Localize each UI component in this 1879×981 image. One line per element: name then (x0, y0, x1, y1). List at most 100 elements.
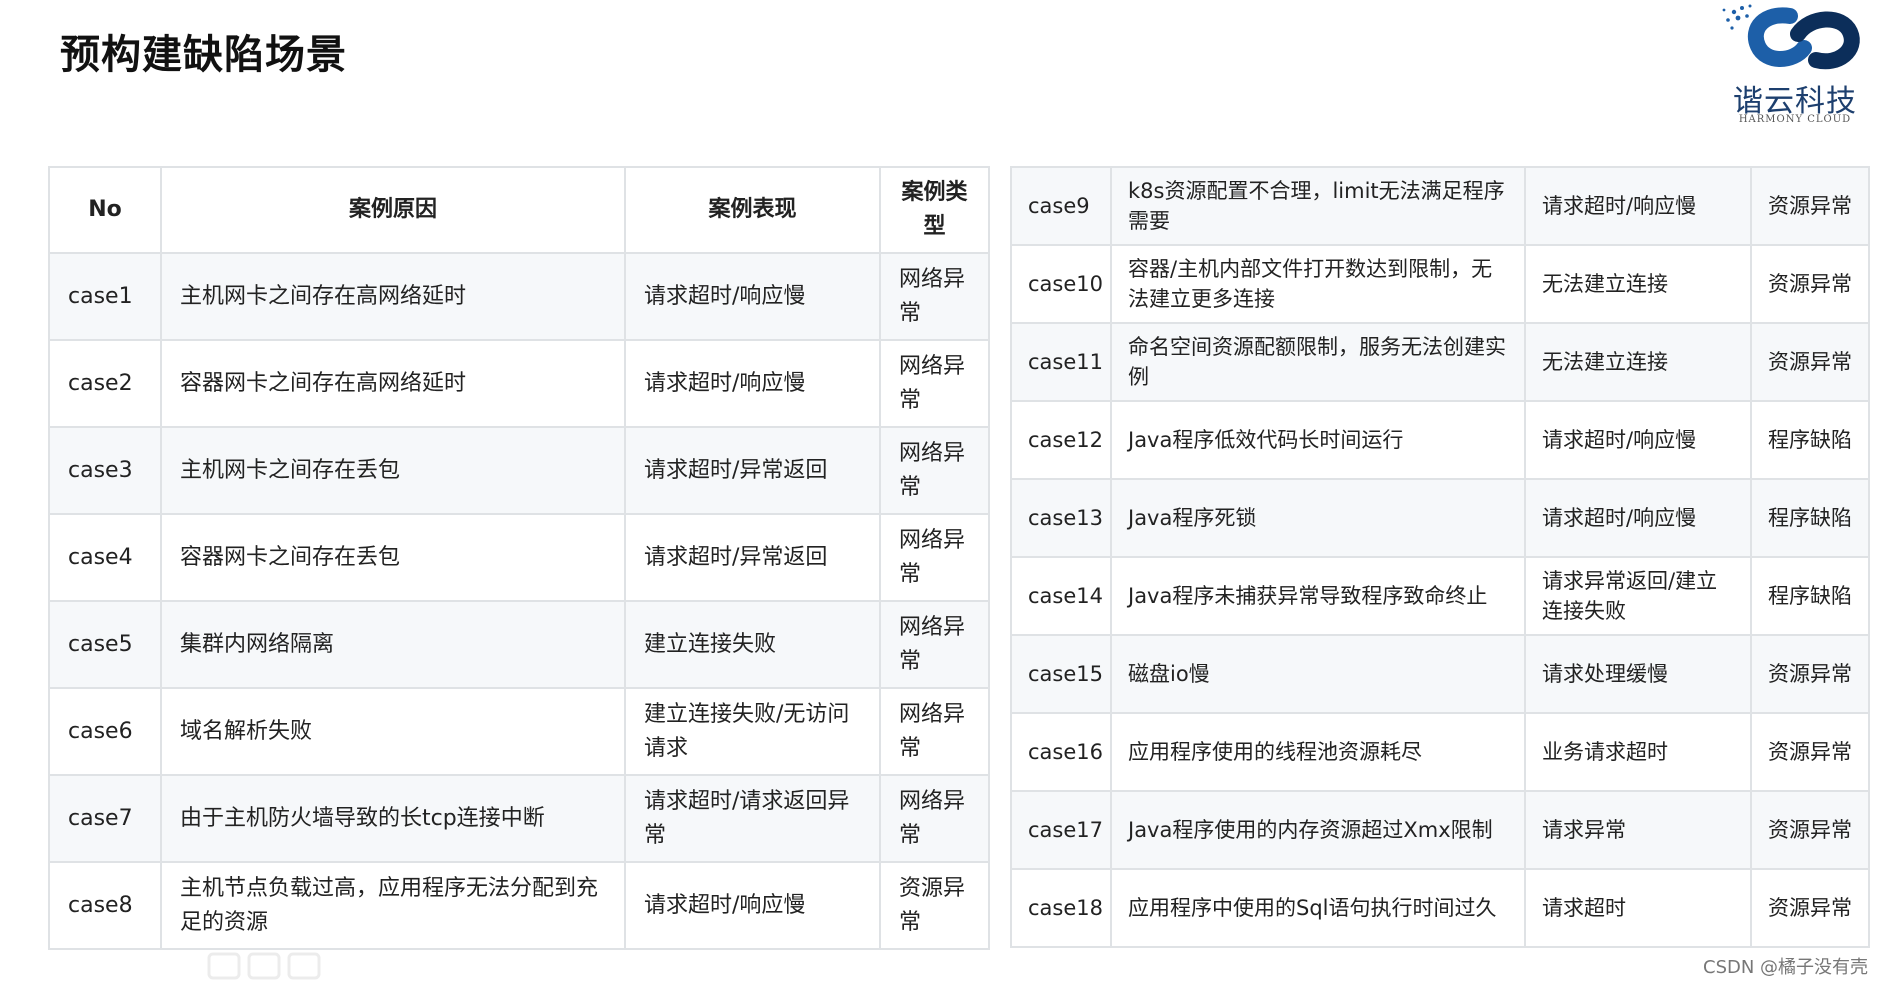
logo-name-en: HARMONY CLOUD (1738, 114, 1852, 125)
case-type: 资源异常 (1750, 244, 1870, 324)
case-type: 程序缺陷 (1750, 556, 1870, 636)
table-row: case5 集群内网络隔离 建立连接失败 网络异常 (48, 600, 990, 689)
case-id: case17 (1010, 790, 1112, 870)
case-symptom: 请求超时/异常返回 (624, 513, 881, 602)
bilibili-watermark-icon (207, 952, 321, 980)
table-row: case3 主机网卡之间存在丢包 请求超时/异常返回 网络异常 (48, 426, 990, 515)
case-id: case10 (1010, 244, 1112, 324)
case-symptom: 无法建立连接 (1524, 322, 1752, 402)
case-cause: 集群内网络隔离 (160, 600, 626, 689)
case-id: case5 (48, 600, 162, 689)
case-cause: 主机网卡之间存在高网络延时 (160, 252, 626, 341)
case-id: case8 (48, 861, 162, 950)
table-row: case9 k8s资源配置不合理，limit无法满足程序需要 请求超时/响应慢 … (1010, 166, 1870, 246)
case-id: case7 (48, 774, 162, 863)
case-type: 网络异常 (879, 426, 990, 515)
case-cause: 应用程序中使用的Sql语句执行时间过久 (1110, 868, 1526, 948)
case-symptom: 请求超时 (1524, 868, 1752, 948)
case-symptom: 请求超时/响应慢 (624, 861, 881, 950)
case-symptom: 请求处理缓慢 (1524, 634, 1752, 714)
case-cause: 磁盘io慢 (1110, 634, 1526, 714)
case-symptom: 请求超时/响应慢 (1524, 478, 1752, 558)
case-cause: 容器网卡之间存在丢包 (160, 513, 626, 602)
table-row: case15 磁盘io慢 请求处理缓慢 资源异常 (1010, 634, 1870, 714)
case-symptom: 请求超时/异常返回 (624, 426, 881, 515)
case-cause: Java程序低效代码长时间运行 (1110, 400, 1526, 480)
table-row: case16 应用程序使用的线程池资源耗尽 业务请求超时 资源异常 (1010, 712, 1870, 792)
company-logo: 谐云科技 HARMONY CLOUD (1720, 2, 1870, 127)
case-cause: 命名空间资源配额限制，服务无法创建实例 (1110, 322, 1526, 402)
case-type: 资源异常 (1750, 322, 1870, 402)
case-id: case2 (48, 339, 162, 428)
table-header-row: No 案例原因 案例表现 案例类型 (48, 166, 990, 254)
slide: 预构建缺陷场景 谐云科技 HARMONY CLOUD No 案例原因 案例表现 … (0, 0, 1879, 981)
case-cause: k8s资源配置不合理，limit无法满足程序需要 (1110, 166, 1526, 246)
table-row: case14 Java程序未捕获异常导致程序致命终止 请求异常返回/建立连接失败… (1010, 556, 1870, 636)
case-symptom: 请求超时/响应慢 (624, 339, 881, 428)
header-symptom: 案例表现 (624, 166, 881, 254)
case-type: 资源异常 (879, 861, 990, 950)
case-cause: 由于主机防火墙导致的长tcp连接中断 (160, 774, 626, 863)
case-id: case11 (1010, 322, 1112, 402)
case-symptom: 业务请求超时 (1524, 712, 1752, 792)
case-id: case9 (1010, 166, 1112, 246)
table-row: case2 容器网卡之间存在高网络延时 请求超时/响应慢 网络异常 (48, 339, 990, 428)
case-cause: Java程序死锁 (1110, 478, 1526, 558)
case-type: 程序缺陷 (1750, 400, 1870, 480)
case-cause: 主机网卡之间存在丢包 (160, 426, 626, 515)
case-cause: Java程序未捕获异常导致程序致命终止 (1110, 556, 1526, 636)
table-row: case6 域名解析失败 建立连接失败/无访问请求 网络异常 (48, 687, 990, 776)
table-row: case11 命名空间资源配额限制，服务无法创建实例 无法建立连接 资源异常 (1010, 322, 1870, 402)
table-row: case8 主机节点负载过高，应用程序无法分配到充足的资源 请求超时/响应慢 资… (48, 861, 990, 950)
case-type: 网络异常 (879, 339, 990, 428)
case-id: case6 (48, 687, 162, 776)
case-id: case16 (1010, 712, 1112, 792)
case-type: 资源异常 (1750, 166, 1870, 246)
case-type: 网络异常 (879, 252, 990, 341)
header-no: No (48, 166, 162, 254)
csdn-watermark: CSDN @橘子没有壳 (1703, 957, 1869, 978)
case-symptom: 请求超时/响应慢 (1524, 166, 1752, 246)
case-type: 程序缺陷 (1750, 478, 1870, 558)
case-symptom: 请求超时/响应慢 (624, 252, 881, 341)
case-symptom: 建立连接失败 (624, 600, 881, 689)
table-row: case13 Java程序死锁 请求超时/响应慢 程序缺陷 (1010, 478, 1870, 558)
case-symptom: 请求异常返回/建立连接失败 (1524, 556, 1752, 636)
case-symptom: 请求异常 (1524, 790, 1752, 870)
case-type: 资源异常 (1750, 790, 1870, 870)
case-symptom: 建立连接失败/无访问请求 (624, 687, 881, 776)
case-cause: Java程序使用的内存资源超过Xmx限制 (1110, 790, 1526, 870)
case-id: case15 (1010, 634, 1112, 714)
case-type: 网络异常 (879, 774, 990, 863)
table-row: case17 Java程序使用的内存资源超过Xmx限制 请求异常 资源异常 (1010, 790, 1870, 870)
case-symptom: 无法建立连接 (1524, 244, 1752, 324)
logo-mark-icon (1722, 4, 1860, 70)
page-title: 预构建缺陷场景 (60, 32, 347, 78)
header-cause: 案例原因 (160, 166, 626, 254)
case-cause: 容器/主机内部文件打开数达到限制，无法建立更多连接 (1110, 244, 1526, 324)
case-type: 网络异常 (879, 513, 990, 602)
case-id: case13 (1010, 478, 1112, 558)
case-id: case4 (48, 513, 162, 602)
case-id: case1 (48, 252, 162, 341)
case-type: 资源异常 (1750, 868, 1870, 948)
case-type: 资源异常 (1750, 634, 1870, 714)
case-id: case12 (1010, 400, 1112, 480)
case-type: 网络异常 (879, 687, 990, 776)
table-row: case7 由于主机防火墙导致的长tcp连接中断 请求超时/请求返回异常 网络异… (48, 774, 990, 863)
case-cause: 域名解析失败 (160, 687, 626, 776)
case-symptom: 请求超时/请求返回异常 (624, 774, 881, 863)
table-row: case4 容器网卡之间存在丢包 请求超时/异常返回 网络异常 (48, 513, 990, 602)
case-id: case18 (1010, 868, 1112, 948)
table-row: case10 容器/主机内部文件打开数达到限制，无法建立更多连接 无法建立连接 … (1010, 244, 1870, 324)
case-cause: 主机节点负载过高，应用程序无法分配到充足的资源 (160, 861, 626, 950)
case-type: 网络异常 (879, 600, 990, 689)
case-id: case14 (1010, 556, 1112, 636)
case-cause: 容器网卡之间存在高网络延时 (160, 339, 626, 428)
header-type: 案例类型 (879, 166, 990, 254)
table-row: case12 Java程序低效代码长时间运行 请求超时/响应慢 程序缺陷 (1010, 400, 1870, 480)
case-id: case3 (48, 426, 162, 515)
table-row: case18 应用程序中使用的Sql语句执行时间过久 请求超时 资源异常 (1010, 868, 1870, 948)
defect-table-left: No 案例原因 案例表现 案例类型 case1 主机网卡之间存在高网络延时 请求… (48, 166, 990, 950)
case-type: 资源异常 (1750, 712, 1870, 792)
